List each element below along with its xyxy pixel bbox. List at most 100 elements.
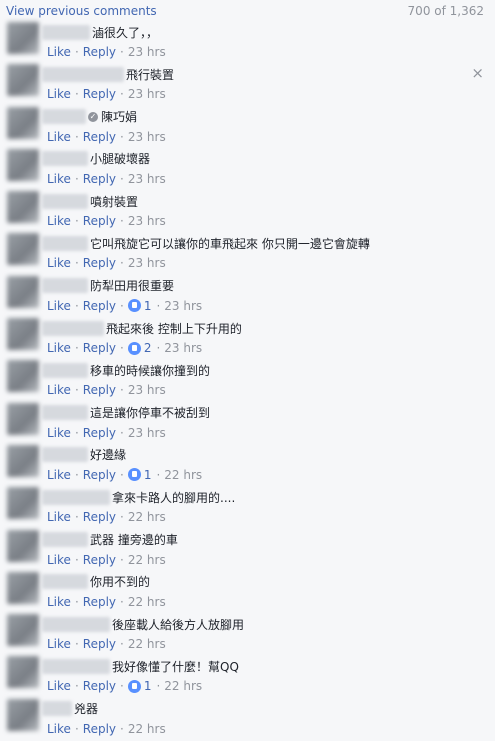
reply-link[interactable]: Reply xyxy=(83,256,116,270)
like-reaction-icon[interactable] xyxy=(127,341,141,355)
like-count[interactable]: 1 xyxy=(144,299,152,313)
comment-timestamp[interactable]: 23 hrs xyxy=(128,172,166,186)
reply-link[interactable]: Reply xyxy=(83,130,116,144)
like-count[interactable]: 1 xyxy=(144,679,152,693)
author-name[interactable] xyxy=(42,278,88,294)
avatar[interactable] xyxy=(7,148,39,181)
avatar[interactable] xyxy=(7,444,39,477)
author-name[interactable] xyxy=(42,109,86,125)
comment-timestamp[interactable]: 23 hrs xyxy=(128,130,166,144)
avatar[interactable] xyxy=(7,529,39,562)
like-link[interactable]: Like xyxy=(47,341,71,355)
reply-link[interactable]: Reply xyxy=(83,426,116,440)
avatar[interactable] xyxy=(7,106,39,139)
author-name[interactable] xyxy=(42,616,110,632)
author-name[interactable] xyxy=(42,320,104,336)
author-name[interactable] xyxy=(42,532,88,548)
comment-timestamp[interactable]: 22 hrs xyxy=(128,510,166,524)
like-reaction-icon[interactable] xyxy=(127,679,141,693)
comment-list: 滷很久了，， Like · Reply · 23 hrs 飛行裝置 Like · Reply · 23… xyxy=(0,21,495,740)
author-name[interactable] xyxy=(42,574,88,590)
reply-link[interactable]: Reply xyxy=(83,595,116,609)
like-reaction-icon[interactable] xyxy=(127,299,141,313)
author-name[interactable] xyxy=(42,701,72,717)
comment-timestamp[interactable]: 23 hrs xyxy=(128,383,166,397)
like-link[interactable]: Like xyxy=(47,426,71,440)
like-link[interactable]: Like xyxy=(47,256,71,270)
comment-timestamp[interactable]: 23 hrs xyxy=(128,214,166,228)
reply-link[interactable]: Reply xyxy=(83,722,116,736)
comment-timestamp[interactable]: 22 hrs xyxy=(128,595,166,609)
avatar[interactable] xyxy=(7,318,39,351)
avatar[interactable] xyxy=(7,698,39,731)
avatar[interactable] xyxy=(7,275,39,308)
reply-link[interactable]: Reply xyxy=(83,45,116,59)
reply-link[interactable]: Reply xyxy=(83,510,116,524)
separator-dot: · xyxy=(74,87,79,102)
comment-timestamp[interactable]: 23 hrs xyxy=(128,45,166,59)
comment-timestamp[interactable]: 22 hrs xyxy=(128,637,166,651)
avatar[interactable] xyxy=(7,402,39,435)
reply-link[interactable]: Reply xyxy=(83,299,116,313)
avatar[interactable] xyxy=(7,22,39,54)
avatar[interactable] xyxy=(7,64,39,97)
like-link[interactable]: Like xyxy=(47,172,71,186)
author-name[interactable] xyxy=(42,151,88,167)
author-name[interactable] xyxy=(42,193,88,209)
avatar[interactable] xyxy=(7,487,39,520)
comment-timestamp[interactable]: 23 hrs xyxy=(128,426,166,440)
reply-link[interactable]: Reply xyxy=(83,679,116,693)
like-link[interactable]: Like xyxy=(47,214,71,228)
comment-timestamp[interactable]: 23 hrs xyxy=(128,87,166,101)
like-link[interactable]: Like xyxy=(47,45,71,59)
reply-link[interactable]: Reply xyxy=(83,468,116,482)
like-link[interactable]: Like xyxy=(47,722,71,736)
author-name[interactable] xyxy=(42,66,124,82)
comment-timestamp[interactable]: 23 hrs xyxy=(164,299,202,313)
author-name[interactable] xyxy=(42,235,88,251)
separator-dot: · xyxy=(120,510,124,525)
author-name[interactable] xyxy=(42,405,88,421)
like-link[interactable]: Like xyxy=(47,299,71,313)
author-name[interactable] xyxy=(42,24,90,40)
like-link[interactable]: Like xyxy=(47,637,71,651)
author-name[interactable] xyxy=(42,658,110,674)
comment-timestamp[interactable]: 22 hrs xyxy=(164,468,202,482)
author-name[interactable] xyxy=(42,447,88,463)
like-link[interactable]: Like xyxy=(47,130,71,144)
avatar[interactable] xyxy=(7,191,39,224)
reply-link[interactable]: Reply xyxy=(83,341,116,355)
comment-timestamp[interactable]: 23 hrs xyxy=(164,341,202,355)
comment-timestamp[interactable]: 22 hrs xyxy=(128,553,166,567)
reply-link[interactable]: Reply xyxy=(83,553,116,567)
separator-dot: · xyxy=(120,721,124,736)
like-link[interactable]: Like xyxy=(47,595,71,609)
like-count[interactable]: 1 xyxy=(144,468,152,482)
like-link[interactable]: Like xyxy=(47,679,71,693)
comment-timestamp[interactable]: 22 hrs xyxy=(128,722,166,736)
avatar[interactable] xyxy=(7,233,39,266)
avatar[interactable] xyxy=(7,614,39,647)
author-name[interactable] xyxy=(42,489,110,505)
like-link[interactable]: Like xyxy=(47,87,71,101)
reply-link[interactable]: Reply xyxy=(83,383,116,397)
like-link[interactable]: Like xyxy=(47,468,71,482)
like-link[interactable]: Like xyxy=(47,383,71,397)
comment-timestamp[interactable]: 22 hrs xyxy=(164,679,202,693)
avatar[interactable] xyxy=(7,571,39,604)
reply-link[interactable]: Reply xyxy=(83,172,116,186)
like-reaction-icon[interactable] xyxy=(127,468,141,482)
reply-link[interactable]: Reply xyxy=(83,214,116,228)
avatar[interactable] xyxy=(7,360,39,393)
comment-text: 你用不到的 xyxy=(90,575,151,590)
avatar[interactable] xyxy=(7,656,39,689)
view-previous-comments-link[interactable]: View previous comments xyxy=(6,4,157,18)
comment-timestamp[interactable]: 23 hrs xyxy=(128,256,166,270)
comment-line: 這是讓你停車不被刮到 xyxy=(42,405,210,421)
like-link[interactable]: Like xyxy=(47,510,71,524)
reply-link[interactable]: Reply xyxy=(83,637,116,651)
author-name[interactable] xyxy=(42,362,88,378)
reply-link[interactable]: Reply xyxy=(83,87,116,101)
like-link[interactable]: Like xyxy=(47,553,71,567)
like-count[interactable]: 2 xyxy=(144,341,152,355)
